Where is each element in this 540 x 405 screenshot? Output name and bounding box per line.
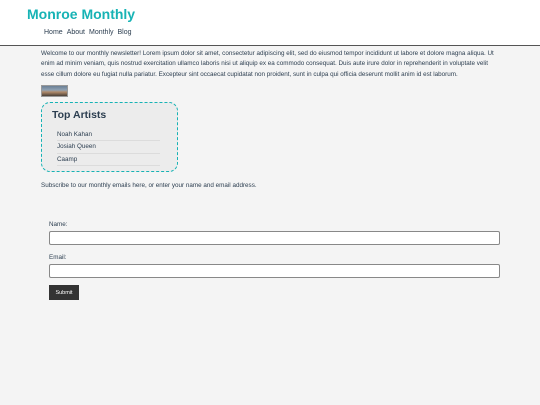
top-artists-box: Top Artists Noah Kahan Josiah Queen Caam… [41,102,178,173]
site-header: Monroe Monthly Home About Monthly Blog [0,0,540,46]
newsletter-image [41,85,68,98]
name-label: Name: [49,221,68,228]
artist-item: Noah Kahan [57,129,160,142]
site-title: Monroe Monthly [27,6,136,22]
name-field[interactable] [49,231,500,245]
nav-link-about[interactable]: About [67,29,85,36]
subscribe-form: Name: Email: Submit [49,221,500,300]
email-label: Email: [49,254,67,261]
main-nav: Home About Monthly Blog [44,29,132,36]
email-field[interactable] [49,264,500,278]
intro-paragraph: Welcome to our monthly newsletter! Lorem… [41,50,494,78]
subscribe-text: Subscribe to our monthly emails here, or… [41,182,257,190]
nav-link-monthly[interactable]: Monthly [89,29,114,36]
artist-item: Josiah Queen [57,141,160,154]
nav-link-blog[interactable]: Blog [118,29,132,36]
top-artists-list: Noah Kahan Josiah Queen Caamp [57,129,160,166]
main-content: Welcome to our monthly newsletter! Lorem… [41,49,501,300]
submit-button[interactable]: Submit [49,285,79,300]
nav-link-home[interactable]: Home [44,29,63,36]
artist-item: Caamp [57,154,160,166]
top-artists-title: Top Artists [52,109,107,122]
